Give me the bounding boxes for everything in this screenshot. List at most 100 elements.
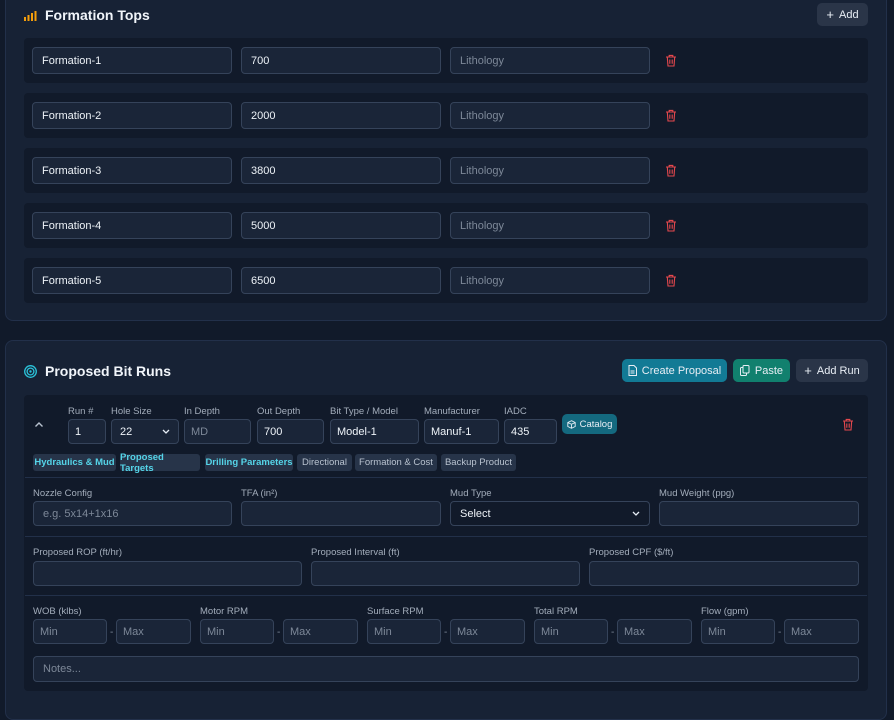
create-proposal-button[interactable]: Create Proposal bbox=[622, 359, 727, 382]
hole-size-select[interactable]: 22 bbox=[111, 419, 179, 444]
motor-rpm-min-input[interactable]: Min bbox=[200, 619, 274, 644]
proposed-cpf-input[interactable] bbox=[589, 561, 859, 586]
proposed-interval-label: Proposed Interval (ft) bbox=[311, 547, 400, 558]
bit-runs-title: Proposed Bit Runs bbox=[45, 363, 172, 379]
surface-rpm-min-input[interactable]: Min bbox=[367, 619, 441, 644]
paste-button[interactable]: Paste bbox=[733, 359, 790, 382]
out-depth-input[interactable]: 700 bbox=[257, 419, 324, 444]
tab-2[interactable]: Drilling Parameters bbox=[205, 454, 293, 471]
proposed-cpf-label: Proposed CPF ($/ft) bbox=[589, 547, 674, 558]
chart-bars-icon bbox=[24, 10, 37, 21]
proposed-rop-input[interactable] bbox=[33, 561, 302, 586]
wob-label: WOB (klbs) bbox=[33, 606, 82, 617]
paste-label: Paste bbox=[754, 364, 784, 377]
formation-name-input[interactable]: Formation-3 bbox=[32, 157, 232, 184]
bit-type-input[interactable]: Model-1 bbox=[330, 419, 419, 444]
formation-name-input[interactable]: Formation-1 bbox=[32, 47, 232, 74]
iadc-input[interactable]: 435 bbox=[504, 419, 557, 444]
tab-1[interactable]: Proposed Targets bbox=[120, 452, 200, 474]
formation-tops-header: Formation Tops bbox=[24, 7, 150, 23]
box-icon bbox=[566, 419, 576, 429]
notes-input[interactable]: Notes... bbox=[33, 656, 859, 682]
flow-min-input[interactable]: Min bbox=[701, 619, 775, 644]
proposed-interval-input[interactable] bbox=[311, 561, 580, 586]
delete-formation-icon[interactable] bbox=[665, 164, 677, 177]
mud-type-select[interactable]: Select bbox=[450, 501, 650, 526]
mud-weight-input[interactable] bbox=[659, 501, 859, 526]
tab-3[interactable]: Directional bbox=[297, 454, 352, 471]
range-dash: - bbox=[778, 627, 782, 638]
formation-lithology-input[interactable]: Lithology bbox=[450, 267, 650, 294]
bit-runs-header: Proposed Bit Runs bbox=[24, 363, 171, 379]
flow-label: Flow (gpm) bbox=[701, 606, 749, 617]
formation-name-input[interactable]: Formation-5 bbox=[32, 267, 232, 294]
surface-rpm-max-input[interactable]: Max bbox=[450, 619, 525, 644]
add-run-button[interactable]: + Add Run bbox=[796, 359, 868, 382]
catalog-label: Catalog bbox=[579, 418, 613, 430]
tfa-label: TFA (in²) bbox=[241, 488, 278, 499]
total-rpm-max-input[interactable]: Max bbox=[617, 619, 692, 644]
range-dash: - bbox=[277, 627, 281, 638]
catalog-button[interactable]: Catalog bbox=[562, 414, 617, 434]
wob-max-input[interactable]: Max bbox=[116, 619, 191, 644]
delete-run-icon[interactable] bbox=[842, 418, 854, 431]
hole-size-value: 22 bbox=[120, 425, 133, 438]
formation-tops-title: Formation Tops bbox=[45, 7, 150, 23]
hole-size-label: Hole Size bbox=[111, 406, 152, 417]
plus-icon: + bbox=[804, 363, 812, 378]
document-icon bbox=[628, 365, 637, 376]
range-dash: - bbox=[444, 627, 448, 638]
formation-lithology-input[interactable]: Lithology bbox=[450, 47, 650, 74]
formation-depth-input[interactable]: 6500 bbox=[241, 267, 441, 294]
proposed-rop-label: Proposed ROP (ft/hr) bbox=[33, 547, 123, 558]
formation-name-input[interactable]: Formation-4 bbox=[32, 212, 232, 239]
out-depth-label: Out Depth bbox=[257, 406, 301, 417]
plus-icon: + bbox=[826, 7, 834, 22]
delete-formation-icon[interactable] bbox=[665, 219, 677, 232]
delete-formation-icon[interactable] bbox=[665, 274, 677, 287]
run-number-input[interactable]: 1 bbox=[68, 419, 106, 444]
chevron-up-icon[interactable] bbox=[34, 421, 44, 428]
tfa-input[interactable] bbox=[241, 501, 441, 526]
total-rpm-min-input[interactable]: Min bbox=[534, 619, 608, 644]
surface-rpm-label: Surface RPM bbox=[367, 606, 424, 617]
add-formation-button[interactable]: + Add bbox=[817, 3, 868, 26]
add-run-label: Add Run bbox=[816, 364, 860, 377]
mud-type-value: Select bbox=[460, 507, 491, 520]
motor-rpm-label: Motor RPM bbox=[200, 606, 249, 617]
create-proposal-label: Create Proposal bbox=[641, 364, 722, 377]
delete-formation-icon[interactable] bbox=[665, 54, 677, 67]
divider bbox=[25, 536, 867, 537]
nozzle-config-input[interactable]: e.g. 5x14+1x16 bbox=[33, 501, 232, 526]
formation-depth-input[interactable]: 3800 bbox=[241, 157, 441, 184]
run-number-label: Run # bbox=[68, 406, 94, 417]
tab-5[interactable]: Backup Product bbox=[441, 454, 516, 471]
formation-name-input[interactable]: Formation-2 bbox=[32, 102, 232, 129]
in-depth-input[interactable]: MD bbox=[184, 419, 251, 444]
manufacturer-label: Manufacturer bbox=[424, 406, 480, 417]
formation-lithology-input[interactable]: Lithology bbox=[450, 212, 650, 239]
tab-4[interactable]: Formation & Cost bbox=[355, 454, 437, 471]
in-depth-label: In Depth bbox=[184, 406, 220, 417]
formation-lithology-input[interactable]: Lithology bbox=[450, 102, 650, 129]
tab-0[interactable]: Hydraulics & Mud bbox=[33, 454, 116, 471]
range-dash: - bbox=[110, 627, 114, 638]
target-icon bbox=[24, 364, 37, 378]
formation-depth-input[interactable]: 700 bbox=[241, 47, 441, 74]
formation-depth-input[interactable]: 2000 bbox=[241, 102, 441, 129]
iadc-label: IADC bbox=[504, 406, 527, 417]
range-dash: - bbox=[611, 627, 615, 638]
total-rpm-label: Total RPM bbox=[534, 606, 578, 617]
manufacturer-input[interactable]: Manuf-1 bbox=[424, 419, 499, 444]
formation-depth-input[interactable]: 5000 bbox=[241, 212, 441, 239]
formation-lithology-input[interactable]: Lithology bbox=[450, 157, 650, 184]
flow-max-input[interactable]: Max bbox=[784, 619, 859, 644]
delete-formation-icon[interactable] bbox=[665, 109, 677, 122]
chevron-down-icon bbox=[632, 511, 640, 516]
motor-rpm-max-input[interactable]: Max bbox=[283, 619, 358, 644]
copy-icon bbox=[739, 365, 750, 376]
mud-type-label: Mud Type bbox=[450, 488, 492, 499]
wob-min-input[interactable]: Min bbox=[33, 619, 107, 644]
bit-type-label: Bit Type / Model bbox=[330, 406, 398, 417]
divider bbox=[25, 477, 867, 478]
